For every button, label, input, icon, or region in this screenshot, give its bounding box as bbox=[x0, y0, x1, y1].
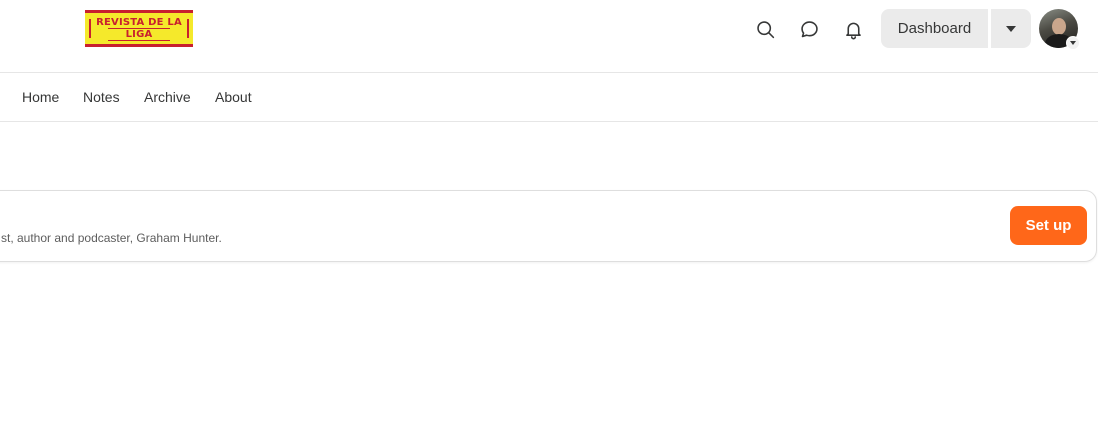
avatar-menu-button[interactable] bbox=[1066, 36, 1080, 50]
search-button[interactable] bbox=[752, 16, 778, 42]
notifications-button[interactable] bbox=[840, 16, 866, 42]
set-up-button[interactable]: Set up bbox=[1010, 206, 1087, 245]
logo-stripe-right bbox=[187, 19, 189, 38]
nav-item-archive[interactable]: Archive bbox=[144, 89, 191, 105]
logo-line-2: LIGA bbox=[107, 27, 171, 41]
top-bar: REVISTA DE LA LIGA Dashboard bbox=[0, 0, 1098, 73]
caret-down-icon bbox=[1070, 41, 1076, 45]
dashboard-menu-button[interactable] bbox=[991, 9, 1031, 48]
publication-logo[interactable]: REVISTA DE LA LIGA bbox=[85, 10, 193, 47]
nav-item-about[interactable]: About bbox=[215, 89, 252, 105]
logo-line-1: REVISTA DE LA bbox=[96, 16, 182, 28]
banner-description: st, author and podcaster, Graham Hunter. bbox=[1, 231, 222, 245]
chat-button[interactable] bbox=[796, 16, 822, 42]
logo-stripe-left bbox=[89, 19, 91, 38]
nav-item-notes[interactable]: Notes bbox=[83, 89, 120, 105]
nav-item-home[interactable]: Home bbox=[22, 89, 59, 105]
dashboard-button[interactable]: Dashboard bbox=[881, 9, 988, 48]
avatar-face bbox=[1052, 18, 1066, 35]
caret-down-icon bbox=[1006, 25, 1016, 32]
search-icon bbox=[756, 20, 774, 38]
bell-icon bbox=[845, 22, 861, 39]
chat-icon bbox=[800, 20, 818, 37]
setup-banner: st, author and podcaster, Graham Hunter. bbox=[0, 190, 1097, 262]
publication-nav: Home Notes Archive About bbox=[0, 73, 1098, 122]
